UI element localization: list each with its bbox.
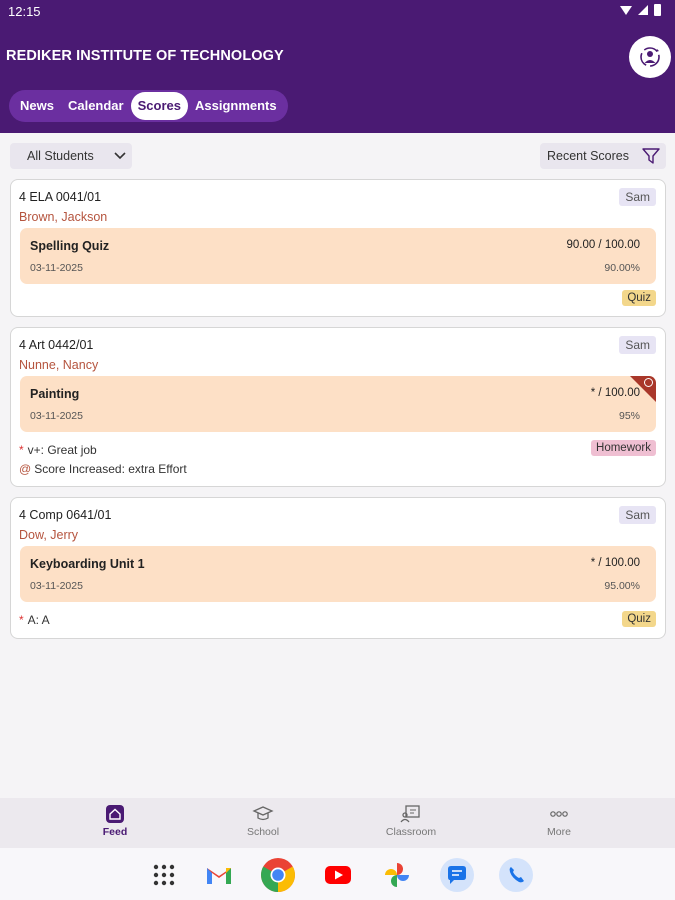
score-box: Painting * / 100.00 03-11-2025 95% [20, 376, 656, 432]
graduation-cap-icon [252, 806, 274, 821]
assignment-name: Spelling Quiz [30, 239, 110, 253]
at-sign-icon: @ [19, 462, 32, 476]
chevron-down-icon [114, 152, 126, 160]
nav-more-label: More [547, 826, 571, 838]
student-name: Nunne, Nancy [19, 358, 99, 372]
chrome-logo [261, 858, 295, 892]
course-name: 4 Art 0442/01 [19, 338, 94, 352]
section-tabs: News Calendar Scores Assignments [9, 90, 288, 122]
course-name: 4 Comp 0641/01 [19, 508, 112, 522]
wifi-icon [620, 5, 632, 15]
status-icons [620, 4, 661, 16]
score-card[interactable]: 4 Comp 0641/01 Dow, Jerry Sam Keyboardin… [10, 497, 666, 639]
app-header: 12:15 REDIKER INSTITUTE OF TECHNOLOGY Ne… [0, 0, 675, 133]
pinwheel-icon [385, 863, 409, 887]
more-icon [550, 811, 568, 817]
assignment-date: 03-11-2025 [30, 262, 83, 274]
assignment-type-badge: Quiz [622, 290, 656, 306]
battery-icon [654, 4, 661, 16]
filter-icon [642, 148, 660, 164]
messages-icon[interactable] [439, 857, 475, 893]
student-name: Dow, Jerry [19, 528, 79, 542]
score-value: * / 100.00 [590, 557, 640, 569]
classroom-icon [400, 805, 420, 823]
grid-icon [153, 864, 175, 886]
nav-more[interactable]: More [514, 804, 604, 838]
switch-account-button[interactable] [629, 36, 671, 78]
score-percent: 95% [618, 410, 640, 422]
assignment-date: 03-11-2025 [30, 410, 83, 422]
nav-classroom[interactable]: Classroom [366, 804, 456, 838]
tab-calendar[interactable]: Calendar [61, 92, 131, 120]
assignment-name: Painting [30, 387, 80, 401]
tab-news[interactable]: News [13, 92, 61, 120]
status-time: 12:15 [8, 4, 41, 19]
photos-icon[interactable] [379, 857, 415, 893]
gmail-logo [207, 868, 231, 884]
nav-feed[interactable]: Feed [70, 804, 160, 838]
signal-icon [638, 5, 648, 15]
nav-school[interactable]: School [218, 804, 308, 838]
course-name: 4 ELA 0041/01 [19, 190, 102, 204]
comment-text: A: A [27, 613, 50, 627]
nav-classroom-label: Classroom [385, 826, 437, 838]
phone-icon[interactable] [498, 857, 534, 893]
phone-handset-icon [499, 858, 533, 892]
score-changed-icon [644, 378, 653, 387]
student-name: Brown, Jackson [19, 210, 108, 224]
comment-text: v+: Great job [27, 443, 97, 457]
youtube-logo [325, 866, 351, 884]
comment-text: Score Increased: extra Effort [34, 462, 187, 476]
asterisk-icon: * [19, 613, 24, 627]
owner-badge: Sam [619, 188, 656, 206]
chat-bubble-icon [440, 858, 474, 892]
asterisk-icon: * [19, 443, 24, 457]
comment-line: * v+: Great job [19, 443, 97, 457]
comment-line: * A: A [19, 613, 50, 627]
owner-badge: Sam [619, 336, 656, 354]
app-title: REDIKER INSTITUTE OF TECHNOLOGY [6, 48, 284, 64]
youtube-icon[interactable] [320, 857, 356, 893]
score-box: Spelling Quiz 90.00 / 100.00 03-11-2025 … [20, 228, 656, 284]
score-card[interactable]: 4 Art 0442/01 Nunne, Nancy Sam Painting … [10, 327, 666, 487]
app-drawer-icon[interactable] [146, 857, 182, 893]
nav-feed-label: Feed [102, 826, 128, 838]
bottom-navigation: Feed School Classroom More [0, 798, 675, 848]
nav-school-label: School [246, 826, 280, 838]
home-icon [106, 805, 124, 823]
score-card[interactable]: 4 ELA 0041/01 Brown, Jackson Sam Spellin… [10, 179, 666, 317]
chrome-icon[interactable] [260, 857, 296, 893]
recent-scores-filter[interactable]: Recent Scores [540, 143, 666, 169]
student-filter-dropdown[interactable]: All Students [10, 143, 132, 169]
tab-assignments[interactable]: Assignments [188, 92, 284, 120]
assignment-type-badge: Quiz [622, 611, 656, 627]
score-box: Keyboarding Unit 1 * / 100.00 03-11-2025… [20, 546, 656, 602]
owner-badge: Sam [619, 506, 656, 524]
tab-scores[interactable]: Scores [130, 92, 188, 120]
recent-scores-label: Recent Scores [547, 149, 629, 163]
student-filter-label: All Students [27, 149, 94, 163]
score-percent: 95.00% [604, 580, 640, 592]
score-percent: 90.00% [604, 262, 640, 274]
switch-account-icon [640, 47, 660, 67]
comment-line: @ Score Increased: extra Effort [19, 462, 187, 476]
score-value: 90.00 / 100.00 [566, 239, 640, 251]
assignment-type-badge: Homework [591, 440, 656, 456]
assignment-date: 03-11-2025 [30, 580, 83, 592]
gmail-icon[interactable] [201, 857, 237, 893]
assignment-name: Keyboarding Unit 1 [30, 557, 145, 571]
